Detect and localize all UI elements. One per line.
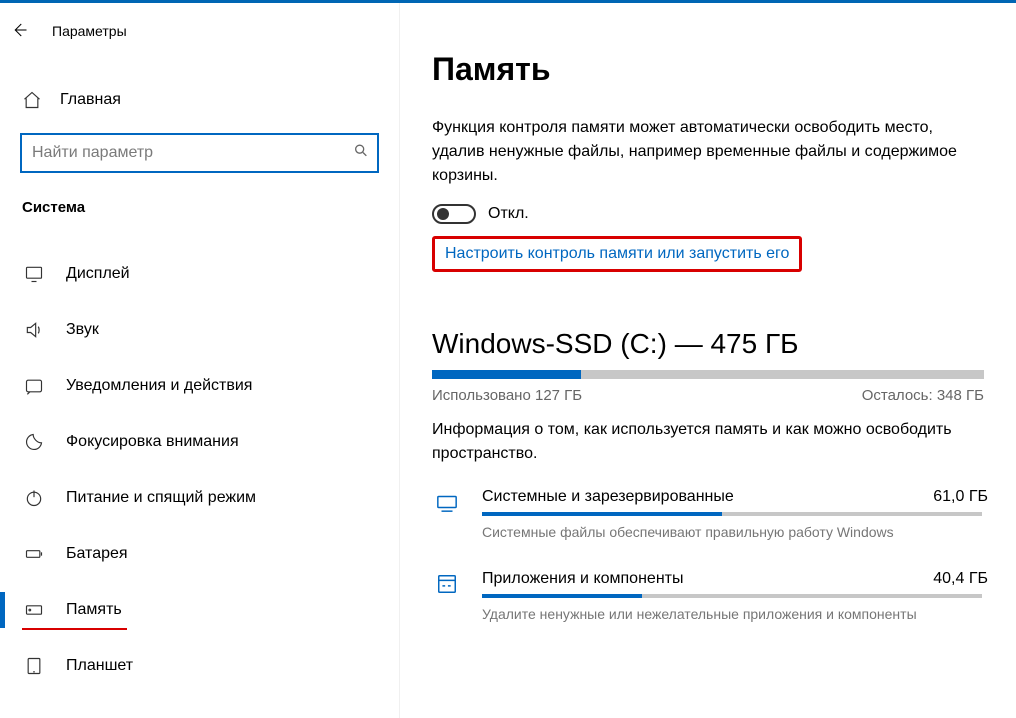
red-underline-annotation bbox=[22, 628, 127, 630]
configure-storage-sense-link[interactable]: Настроить контроль памяти или запустить … bbox=[445, 245, 789, 262]
nav-item-notifications[interactable]: Уведомления и действия bbox=[0, 358, 399, 414]
nav-item-label: Батарея bbox=[66, 545, 128, 563]
nav-item-battery[interactable]: Батарея bbox=[0, 526, 399, 582]
system-category-icon bbox=[432, 488, 462, 540]
nav-item-label: Память bbox=[66, 601, 122, 619]
nav-list: Дисплей Звук Уведомления и действия Фоку… bbox=[0, 246, 399, 694]
nav-item-label: Дисплей bbox=[66, 265, 130, 283]
nav-home-label: Главная bbox=[60, 91, 121, 109]
power-icon bbox=[24, 488, 44, 508]
home-icon bbox=[22, 90, 42, 110]
apps-category-icon bbox=[432, 570, 462, 622]
nav-item-power-sleep[interactable]: Питание и спящий режим bbox=[0, 470, 399, 526]
page-heading: Память bbox=[432, 51, 988, 88]
category-bar-fill bbox=[482, 594, 642, 598]
nav-item-focus-assist[interactable]: Фокусировка внимания bbox=[0, 414, 399, 470]
drive-heading: Windows-SSD (C:) — 475 ГБ bbox=[432, 328, 988, 360]
toggle-state-label: Откл. bbox=[488, 205, 529, 223]
category-bar bbox=[482, 512, 982, 516]
main-content: Память Функция контроля памяти может авт… bbox=[400, 3, 1016, 718]
section-label-system: Система bbox=[0, 173, 399, 224]
category-size: 40,4 ГБ bbox=[933, 570, 988, 588]
display-icon bbox=[24, 264, 44, 284]
search-container bbox=[20, 133, 379, 173]
window-title: Параметры bbox=[52, 23, 127, 39]
titlebar: Параметры bbox=[0, 11, 399, 51]
category-description: Системные файлы обеспечивают правильную … bbox=[482, 524, 988, 540]
nav-item-label: Звук bbox=[66, 321, 99, 339]
nav-item-label: Питание и спящий режим bbox=[66, 489, 256, 507]
nav-item-label: Фокусировка внимания bbox=[66, 433, 239, 451]
category-size: 61,0 ГБ bbox=[933, 488, 988, 506]
focus-icon bbox=[24, 432, 44, 452]
drive-usage-bar bbox=[432, 370, 984, 379]
storage-sense-toggle[interactable] bbox=[432, 204, 476, 224]
drive-usage-labels: Использовано 127 ГБ Осталось: 348 ГБ bbox=[432, 387, 984, 404]
nav-home[interactable]: Главная bbox=[0, 73, 399, 127]
nav-item-sound[interactable]: Звук bbox=[0, 302, 399, 358]
settings-sidebar: Параметры Главная Система Дисплей bbox=[0, 3, 400, 718]
nav-item-label: Планшет bbox=[66, 657, 133, 675]
storage-icon bbox=[24, 600, 44, 620]
category-system[interactable]: Системные и зарезервированные 61,0 ГБ Си… bbox=[432, 488, 988, 540]
sound-icon bbox=[24, 320, 44, 340]
nav-item-tablet[interactable]: Планшет bbox=[0, 638, 399, 694]
drive-used-label: Использовано 127 ГБ bbox=[432, 387, 582, 404]
drive-usage-fill bbox=[432, 370, 581, 379]
storage-info-text: Информация о том, как используется памят… bbox=[432, 418, 988, 466]
highlighted-link-box: Настроить контроль памяти или запустить … bbox=[432, 236, 802, 272]
toggle-knob bbox=[437, 208, 449, 220]
category-name: Приложения и компоненты bbox=[482, 570, 683, 588]
nav-item-label: Уведомления и действия bbox=[66, 377, 252, 395]
tablet-icon bbox=[24, 656, 44, 676]
search-input[interactable] bbox=[20, 133, 379, 173]
category-name: Системные и зарезервированные bbox=[482, 488, 734, 506]
arrow-left-icon bbox=[10, 21, 28, 39]
back-button[interactable] bbox=[10, 21, 28, 42]
nav-item-display[interactable]: Дисплей bbox=[0, 246, 399, 302]
category-bar bbox=[482, 594, 982, 598]
notifications-icon bbox=[24, 376, 44, 396]
battery-icon bbox=[24, 544, 44, 564]
category-apps[interactable]: Приложения и компоненты 40,4 ГБ Удалите … bbox=[432, 570, 988, 622]
category-bar-fill bbox=[482, 512, 722, 516]
storage-sense-description: Функция контроля памяти может автоматиче… bbox=[432, 116, 988, 188]
category-description: Удалите ненужные или нежелательные прило… bbox=[482, 606, 988, 622]
nav-item-storage[interactable]: Память bbox=[0, 582, 399, 638]
drive-free-label: Осталось: 348 ГБ bbox=[862, 387, 984, 404]
